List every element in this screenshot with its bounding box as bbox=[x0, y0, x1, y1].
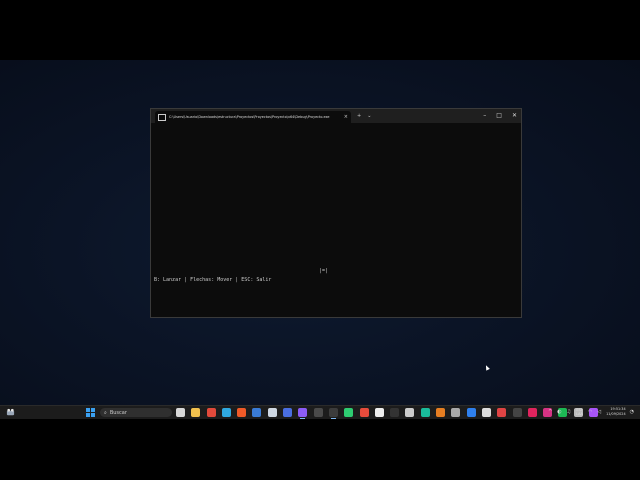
taskbar-app-teal-icon[interactable] bbox=[420, 408, 430, 417]
start-button[interactable] bbox=[86, 408, 95, 417]
player-sprite: |=| bbox=[319, 268, 329, 274]
taskbar: ⌕ Buscar ^ ◐ ♫ ESP LAA ◠ ◁ 19:51:34 11/0… bbox=[0, 405, 640, 419]
new-tab-button[interactable]: + bbox=[357, 113, 361, 119]
taskbar-file-explorer-icon[interactable] bbox=[191, 408, 201, 417]
taskbar-center: ⌕ Buscar bbox=[86, 408, 604, 419]
tab-dropdown-button[interactable]: ⌄ bbox=[367, 113, 371, 119]
tray-music-icon[interactable]: ♫ bbox=[567, 409, 571, 415]
show-hidden-icons-chevron-icon[interactable]: ^ bbox=[548, 409, 552, 415]
taskbar-task-view-icon[interactable] bbox=[176, 408, 185, 417]
taskbar-visual-studio-icon[interactable] bbox=[298, 408, 308, 419]
taskbar-app-red2-icon[interactable] bbox=[497, 408, 507, 417]
mouse-cursor-icon bbox=[484, 364, 490, 371]
taskbar-chrome-icon[interactable] bbox=[206, 408, 216, 417]
tab-title: C:\Users\Usuario\Downloads\estructura\Pr… bbox=[169, 115, 330, 119]
search-box[interactable]: ⌕ Buscar bbox=[100, 408, 172, 417]
title-bar[interactable]: C:\Users\Usuario\Downloads\estructura\Pr… bbox=[151, 109, 521, 123]
taskbar-vscode-icon[interactable] bbox=[466, 408, 476, 417]
wifi-icon[interactable]: ◠ bbox=[588, 409, 592, 415]
search-label: Buscar bbox=[109, 409, 127, 416]
taskbar-edge-icon[interactable] bbox=[221, 408, 231, 417]
clock-date: 11/09/2024 bbox=[606, 412, 626, 416]
taskbar-app-terminal-dark-icon[interactable] bbox=[313, 408, 323, 417]
window-controls: – □ ✕ bbox=[483, 111, 517, 121]
taskbar-terminal-icon[interactable] bbox=[328, 408, 338, 419]
controls-help-text: B: Lanzar | Flechas: Mover | ESC: Salir bbox=[154, 277, 272, 283]
close-button[interactable]: ✕ bbox=[512, 111, 517, 121]
taskbar-brave-icon[interactable] bbox=[237, 408, 247, 417]
taskbar-app-black-icon[interactable] bbox=[390, 408, 400, 417]
taskbar-app-dark-icon[interactable] bbox=[512, 408, 522, 417]
tray-app-icon[interactable]: ◐ bbox=[557, 409, 561, 415]
notification-bell-icon[interactable]: ◔ bbox=[630, 409, 634, 415]
taskbar-app-green-icon[interactable] bbox=[344, 408, 354, 417]
taskbar-app-g-icon[interactable] bbox=[405, 408, 415, 417]
taskbar-app-white-icon[interactable] bbox=[374, 408, 384, 417]
terminal-tab[interactable]: C:\Users\Usuario\Downloads\estructura\Pr… bbox=[155, 111, 351, 123]
taskbar-app-blue-icon[interactable] bbox=[283, 408, 293, 417]
taskbar-app-red-icon[interactable] bbox=[359, 408, 369, 417]
clock[interactable]: 19:51:34 11/09/2024 bbox=[606, 407, 626, 417]
taskbar-app-orange-icon[interactable] bbox=[436, 408, 446, 417]
search-icon: ⌕ bbox=[104, 409, 107, 416]
volume-icon[interactable]: ◁ bbox=[597, 409, 601, 415]
taskbar-app-gray-icon[interactable] bbox=[451, 408, 461, 417]
taskbar-app-snip-icon[interactable] bbox=[481, 408, 491, 417]
taskbar-app-jetbrains-icon[interactable] bbox=[527, 408, 537, 417]
taskbar-app-cube-icon[interactable] bbox=[252, 408, 262, 417]
desktop: C:\Users\Usuario\Downloads\estructura\Pr… bbox=[0, 60, 640, 405]
console-output[interactable]: |=| B: Lanzar | Flechas: Mover | ESC: Sa… bbox=[154, 123, 518, 317]
terminal-window[interactable]: C:\Users\Usuario\Downloads\estructura\Pr… bbox=[150, 108, 522, 318]
input-language[interactable]: ESP LAA bbox=[576, 408, 583, 416]
widgets-icon[interactable] bbox=[6, 408, 15, 417]
minimize-button[interactable]: – bbox=[483, 111, 486, 121]
tab-close-icon[interactable]: × bbox=[344, 114, 348, 120]
keyboard-layout: LAA bbox=[576, 412, 583, 416]
taskbar-app-hex-icon[interactable] bbox=[267, 408, 277, 417]
system-tray: ^ ◐ ♫ ESP LAA ◠ ◁ 19:51:34 11/09/2024 ◔ bbox=[548, 407, 634, 417]
maximize-button[interactable]: □ bbox=[496, 111, 502, 121]
terminal-icon bbox=[158, 113, 166, 121]
